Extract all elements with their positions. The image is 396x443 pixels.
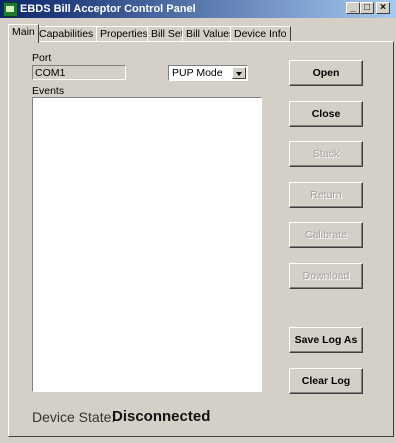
chevron-down-icon[interactable] [232, 67, 246, 79]
port-label: Port [32, 52, 52, 64]
mode-select-value: PUP Mode [172, 67, 223, 79]
title-bar: EBDS Bill Acceptor Control Panel _ □ × [0, 0, 396, 18]
tab-device-info[interactable]: Device Info [230, 26, 291, 42]
download-button[interactable]: Download [289, 263, 363, 289]
device-state-label: Device State: [32, 409, 116, 425]
device-state-value: Disconnected [112, 408, 211, 425]
events-list[interactable] [32, 97, 262, 392]
calibrate-button[interactable]: Calibrate [289, 222, 363, 248]
maximize-button[interactable]: □ [360, 2, 374, 14]
tab-capabilities[interactable]: Capabilities [35, 26, 98, 42]
events-label: Events [32, 85, 65, 97]
stack-button[interactable]: Stack [289, 141, 363, 167]
save-log-as-button[interactable]: Save Log As [289, 327, 363, 353]
minimize-button[interactable]: _ [346, 2, 360, 14]
window-title: EBDS Bill Acceptor Control Panel [20, 3, 196, 15]
return-button[interactable]: Return [289, 182, 363, 208]
app-icon [3, 2, 18, 17]
open-button[interactable]: Open [289, 60, 363, 86]
tab-properties[interactable]: Properties [96, 26, 152, 42]
mode-select[interactable]: PUP Mode [168, 65, 248, 81]
port-field[interactable]: COM1 [32, 65, 126, 80]
clear-log-button[interactable]: Clear Log [289, 368, 363, 394]
close-window-button[interactable]: × [376, 2, 390, 14]
tab-main[interactable]: Main [8, 24, 39, 43]
close-button[interactable]: Close [289, 101, 363, 127]
